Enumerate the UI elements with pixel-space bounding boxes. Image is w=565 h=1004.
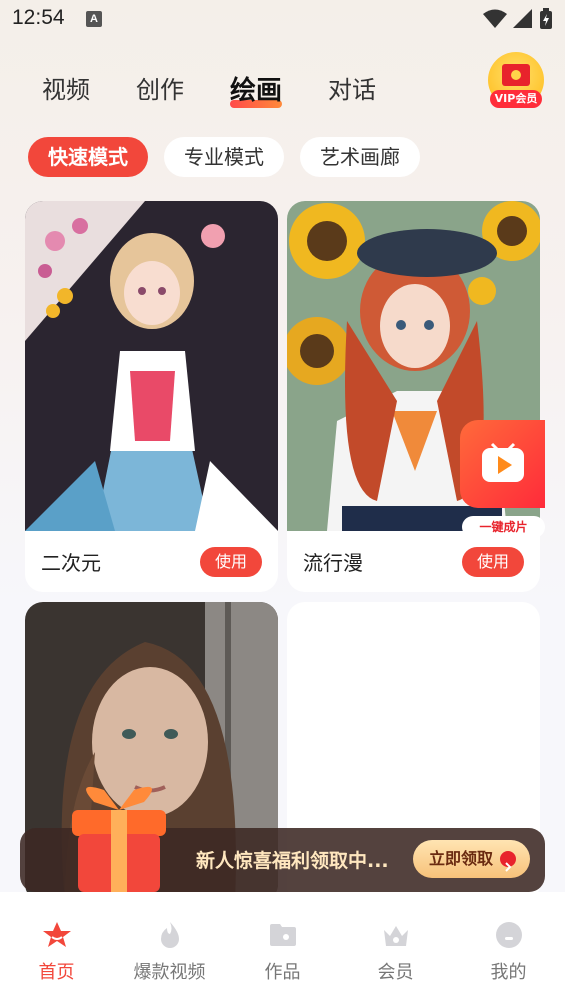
vip-badge[interactable]: VIP会员 bbox=[488, 52, 544, 110]
nav-label: 会员 bbox=[377, 962, 414, 983]
crown-icon bbox=[383, 926, 408, 946]
wifi-icon bbox=[483, 9, 507, 28]
red-envelope-icon bbox=[502, 64, 530, 86]
chip-fast-mode[interactable]: 快速模式 bbox=[28, 137, 148, 177]
signal-icon bbox=[513, 9, 532, 28]
promo-text: 新人惊喜福利领取中... bbox=[196, 850, 389, 872]
profile-icon bbox=[495, 922, 522, 948]
nav-label: 爆款视频 bbox=[133, 962, 206, 983]
status-time: 12:54 bbox=[12, 6, 65, 29]
gift-box-icon bbox=[72, 786, 166, 892]
nav-works[interactable]: 作品 bbox=[226, 892, 339, 1004]
mode-chips: 快速模式 专业模式 艺术画廊 bbox=[28, 137, 420, 177]
chip-art-gallery[interactable]: 艺术画廊 bbox=[300, 137, 420, 177]
status-bar: 12:54 A bbox=[0, 0, 565, 40]
vip-label: VIP会员 bbox=[490, 90, 542, 108]
home-star-icon bbox=[42, 922, 71, 947]
card-title: 二次元 bbox=[41, 551, 101, 575]
arrow-right-icon bbox=[500, 851, 516, 872]
notification-icon: A bbox=[86, 11, 102, 27]
flame-icon bbox=[160, 922, 179, 948]
tab-video[interactable]: 视频 bbox=[42, 70, 90, 110]
top-tabs: 视频 创作 绘画 对话 bbox=[42, 70, 422, 110]
nav-label: 我的 bbox=[490, 962, 527, 983]
nav-label: 作品 bbox=[264, 962, 301, 983]
anime-girl-image bbox=[25, 201, 278, 531]
claim-now-label: 立即领取 bbox=[429, 849, 494, 868]
tab-painting[interactable]: 绘画 bbox=[230, 70, 283, 110]
nav-profile[interactable]: 我的 bbox=[452, 892, 565, 1004]
battery-icon bbox=[540, 8, 552, 29]
bottom-nav: 首页 爆款视频 作品 会员 我的 bbox=[0, 892, 565, 1004]
status-icons bbox=[483, 8, 553, 30]
style-card-anime[interactable]: 二次元 使用 bbox=[25, 201, 278, 592]
nav-membership[interactable]: 会员 bbox=[339, 892, 452, 1004]
nav-hot-videos[interactable]: 爆款视频 bbox=[113, 892, 226, 1004]
nav-label: 首页 bbox=[38, 962, 75, 983]
float-label: 一键成片 bbox=[462, 516, 545, 538]
use-button[interactable]: 使用 bbox=[462, 547, 524, 577]
video-play-icon bbox=[482, 442, 524, 482]
folder-icon bbox=[269, 924, 296, 946]
tab-chat[interactable]: 对话 bbox=[328, 70, 376, 110]
card-title: 流行漫 bbox=[303, 551, 363, 575]
tab-create[interactable]: 创作 bbox=[136, 70, 184, 110]
nav-home[interactable]: 首页 bbox=[0, 892, 113, 1004]
one-click-video-widget[interactable]: 一键成片 bbox=[460, 420, 545, 540]
use-button[interactable]: 使用 bbox=[200, 547, 262, 577]
chip-pro-mode[interactable]: 专业模式 bbox=[164, 137, 284, 177]
claim-now-button[interactable]: 立即领取 bbox=[413, 840, 530, 878]
